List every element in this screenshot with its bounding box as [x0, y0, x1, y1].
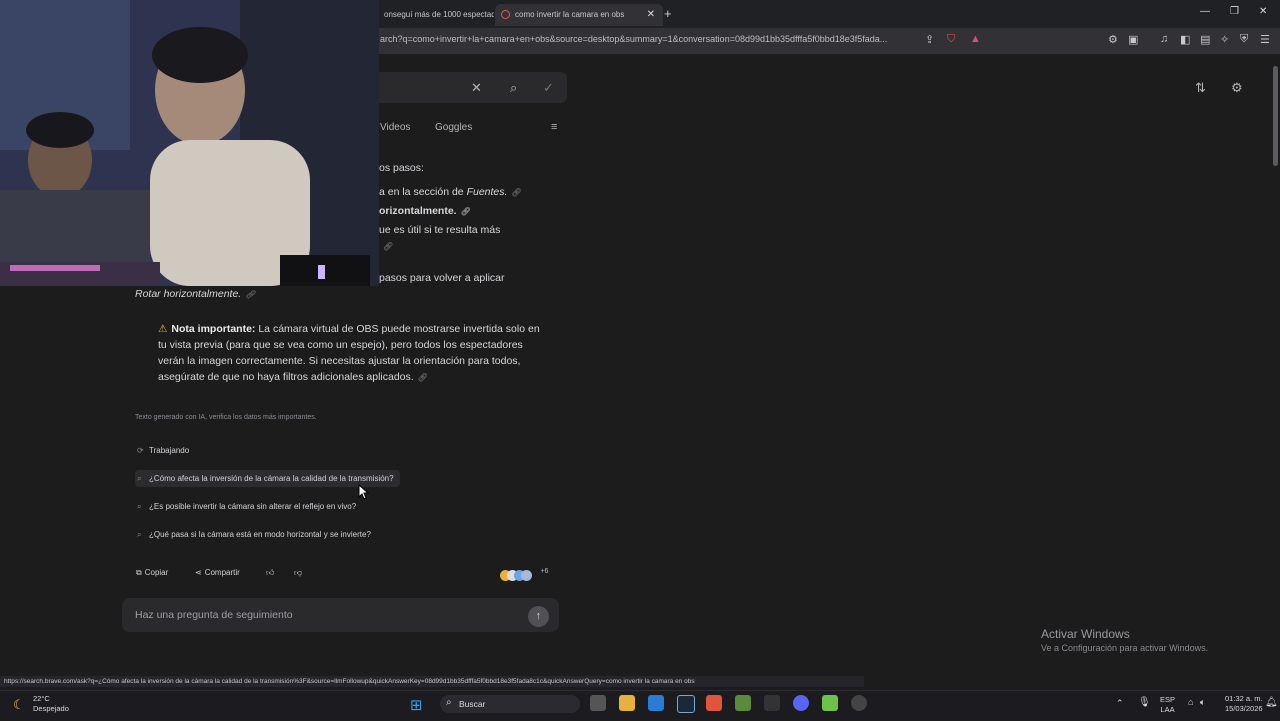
ai-disclaimer: Texto generado con IA, verifica los dato… [135, 414, 317, 421]
spinner-icon: ⟳ [137, 446, 144, 455]
minecraft-icon[interactable] [735, 695, 751, 711]
screenshot-icon[interactable]: ▣ [1128, 33, 1138, 46]
task-view-icon[interactable] [590, 695, 606, 711]
discord-icon[interactable] [793, 695, 809, 711]
suggestion-item[interactable]: ⌕ ¿Es posible invertir la cámara sin alte… [135, 498, 362, 515]
answer-line: ue es útil si te resulta más [379, 224, 501, 236]
mouse-cursor-icon [358, 484, 370, 500]
wallet-icon[interactable]: ▤ [1200, 33, 1210, 46]
answer-line: pasos para volver a aplicar [379, 272, 505, 284]
tray-chevron-icon[interactable]: ⌃ [1116, 698, 1124, 709]
language-indicator[interactable]: ESP LAA [1160, 695, 1175, 715]
taskbar-search-label: Buscar [459, 699, 486, 709]
brave-icon[interactable] [706, 695, 722, 711]
filters-icon[interactable]: ≡ [551, 121, 557, 133]
search-icon: ⌕ [446, 697, 452, 708]
epic-games-icon[interactable] [764, 695, 780, 711]
tab-label: onseguí más de 1000 espectad [384, 10, 494, 19]
share-icon: ⋖ [195, 568, 202, 577]
link-icon: 🔗︎ [245, 290, 256, 299]
check-icon[interactable]: ✓ [543, 80, 554, 96]
thumbs-down-button[interactable]: 👎︎ [294, 568, 302, 578]
answer-line: a en la sección de Fuentes. 🔗︎ [379, 186, 522, 198]
volume-icon[interactable]: 🔈︎ [1200, 697, 1205, 708]
nav-tab-videos[interactable]: Videos [380, 122, 410, 133]
address-bar-url[interactable]: arch?q=como+invertir+la+camara+en+obs&so… [380, 34, 915, 44]
new-tab-button[interactable]: + [664, 4, 672, 24]
scrollbar-thumb[interactable] [1273, 66, 1278, 166]
steam-icon[interactable] [677, 695, 695, 713]
weather-moon-icon[interactable]: ☾ [13, 697, 25, 713]
send-button[interactable]: ↑ [528, 606, 549, 627]
activation-watermark-text: Ve a Configuración para activar Windows. [1041, 643, 1209, 653]
sidebar-icon[interactable]: ◧ [1180, 33, 1190, 46]
nav-tab-goggles[interactable]: Goggles [435, 122, 472, 133]
note-label: Nota importante: [171, 323, 256, 335]
maximize-icon[interactable]: ❐ [1230, 6, 1239, 17]
app-icon[interactable] [822, 695, 838, 711]
answer-line: os pasos: [379, 162, 424, 174]
rotate-step: Rotar horizontalmente. 🔗︎ [135, 288, 256, 300]
brave-rewards-icon[interactable]: ▲ [970, 33, 981, 45]
file-explorer-icon[interactable] [619, 695, 635, 711]
tab-previous[interactable]: onseguí más de 1000 espectad✕ [380, 4, 494, 26]
extension-icon[interactable]: ⚙ [1108, 33, 1118, 46]
working-indicator: ⟳ Trabajando [135, 442, 195, 459]
obs-icon[interactable] [851, 695, 867, 711]
answer-line: orizontalmente. 🔗︎ [379, 205, 471, 217]
windows-start-icon[interactable]: ⊞ [410, 696, 423, 714]
vpn-icon[interactable]: ⛨ [1240, 33, 1248, 46]
suggestion-item[interactable]: ⌕ ¿Qué pasa si la cámara está en modo hor… [135, 526, 377, 543]
important-note: ⚠ Nota importante: La cámara virtual de O… [158, 321, 540, 386]
link-icon[interactable]: 🔗︎ [418, 373, 428, 382]
store-icon[interactable] [648, 695, 664, 711]
link-icon: 🔗︎ [460, 207, 471, 216]
link-icon: 🔗︎ [511, 188, 522, 197]
share-button[interactable]: ⋖ Compartir [195, 568, 240, 577]
brave-favicon-icon [501, 10, 510, 20]
sort-icon[interactable]: ⇅ [1195, 80, 1206, 96]
source-icon [521, 570, 532, 581]
tab-active[interactable]: como invertir la camara en obs ✕ [495, 4, 663, 26]
tab-label: como invertir la camara en obs [515, 10, 625, 19]
followup-placeholder: Haz una pregunta de seguimiento [135, 609, 293, 621]
sources-count: +6 [540, 568, 549, 575]
settings-gear-icon[interactable]: ⚙ [1231, 80, 1243, 96]
copy-button[interactable]: ⧉ Copiar [136, 568, 168, 578]
close-window-icon[interactable]: ✕ [1259, 6, 1267, 17]
weather-widget[interactable]: 22°C Despejado [33, 694, 69, 714]
close-tab-icon[interactable]: ✕ [647, 4, 655, 26]
link-icon[interactable]: 🔗︎ [383, 240, 393, 252]
brave-shield-icon[interactable]: ⛉ [947, 33, 955, 46]
search-icon: ⌕ [137, 474, 142, 483]
share-icon[interactable]: ⇪ [925, 33, 934, 46]
menu-icon[interactable]: ☰ [1260, 33, 1270, 46]
media-icon[interactable]: ♫ [1160, 33, 1168, 45]
notification-bell-icon[interactable]: 🔔︎ [1265, 697, 1278, 708]
clock[interactable]: 01:32 a. m. 15/03/2026 [1225, 694, 1263, 714]
search-icon[interactable]: ⌕ [510, 80, 517, 96]
status-url: https://search.brave.com/ask?q=¿Cómo afe… [0, 676, 864, 687]
leo-icon[interactable]: ✧ [1220, 33, 1229, 46]
taskbar [0, 690, 1280, 721]
network-icon[interactable]: ⌂ [1188, 697, 1193, 707]
search-icon: ⌕ [137, 502, 142, 511]
source-favicons[interactable]: +6 [500, 568, 549, 581]
activation-watermark-title: Activar Windows [1041, 627, 1130, 641]
copy-icon: ⧉ [136, 568, 142, 577]
microphone-icon[interactable]: 🎙︎ [1138, 697, 1151, 708]
warning-icon: ⚠ [158, 323, 168, 335]
thumbs-up-button[interactable]: 👍︎ [266, 568, 274, 578]
clear-search-icon[interactable]: ✕ [471, 80, 482, 96]
webcam-video [0, 0, 379, 286]
minimize-icon[interactable]: — [1200, 6, 1210, 17]
webcam-overlay [0, 0, 379, 286]
search-icon: ⌕ [137, 530, 142, 539]
